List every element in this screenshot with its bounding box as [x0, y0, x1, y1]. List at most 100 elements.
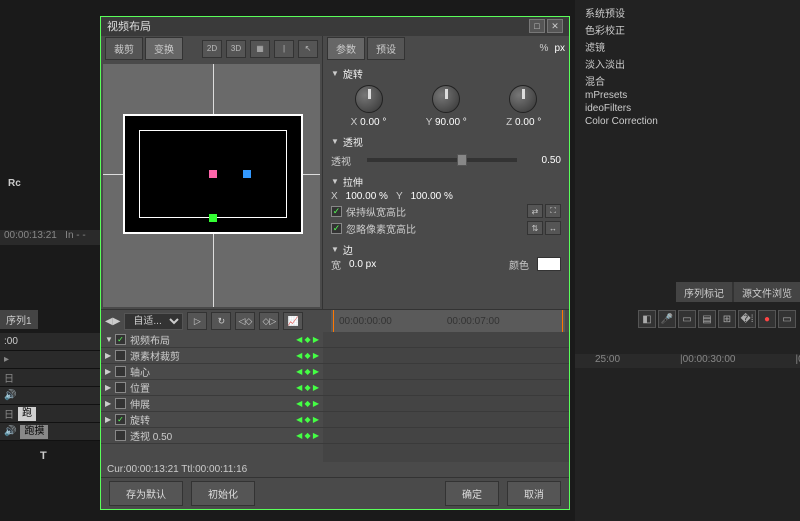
maximize-icon[interactable]: □	[529, 19, 545, 33]
track-checkbox[interactable]	[115, 350, 126, 361]
grid-icon[interactable]: ▦	[250, 40, 270, 58]
sidebar-item[interactable]: mPresets	[575, 89, 800, 102]
border-color-swatch[interactable]	[537, 257, 561, 271]
keyframe-nav[interactable]: ◀ ◆ ▶	[296, 383, 319, 392]
track-row[interactable]: 日	[0, 369, 100, 387]
effects-list[interactable]: 系统预设 色彩校正 滤镜 淡入淡出 混合 mPresets ideoFilter…	[575, 0, 800, 132]
sidebar-item[interactable]: 系统预设	[575, 4, 800, 21]
timeline-ruler[interactable]: 25:00|00:00:30:00|00:00:35:00	[575, 354, 800, 368]
mode-2d-button[interactable]: 2D	[202, 40, 222, 58]
expand-icon[interactable]: ▶	[105, 351, 115, 360]
tab-presets[interactable]: 预设	[367, 37, 405, 60]
close-icon[interactable]: ✕	[547, 19, 563, 33]
keyframe-track-row[interactable]: ▶伸展◀ ◆ ▶	[101, 396, 323, 412]
knob-x[interactable]	[355, 85, 383, 113]
x-handle[interactable]	[243, 170, 251, 178]
keyframe-nav[interactable]: ◀ ◆ ▶	[296, 431, 319, 440]
tool-icon[interactable]: ▭	[778, 310, 796, 328]
expand-icon[interactable]: ▶	[105, 399, 115, 408]
clip[interactable]: 跑摸	[20, 425, 48, 439]
keyframe-track-row[interactable]: ▶✓旋转◀ ◆ ▶	[101, 412, 323, 428]
track-row[interactable]: 日跑	[0, 405, 100, 423]
keyframe-track-row[interactable]: 透视 0.50◀ ◆ ▶	[101, 428, 323, 444]
stretch-x-value[interactable]: 100.00 %	[346, 191, 388, 202]
reset-button[interactable]: 初始化	[191, 481, 255, 506]
track-checkbox[interactable]	[115, 382, 126, 393]
sequence-tab[interactable]: 序列1	[0, 310, 38, 329]
keyframe-nav[interactable]: ◀ ◆ ▶	[296, 351, 319, 360]
sliders-icon[interactable]: �⁞	[738, 310, 756, 328]
graph-icon[interactable]: 📈	[283, 312, 303, 330]
rot-x-value[interactable]: 0.00 °	[360, 117, 386, 128]
track-row[interactable]: ▸	[0, 351, 100, 369]
track-checkbox[interactable]: ✓	[115, 414, 126, 425]
sidebar-item[interactable]: Color Correction	[575, 115, 800, 128]
tab-source-browse[interactable]: 源文件浏览	[734, 282, 800, 302]
keyframe-track-row[interactable]: ▶位置◀ ◆ ▶	[101, 380, 323, 396]
track-checkbox[interactable]: ✓	[115, 334, 126, 345]
stretch-y-value[interactable]: 100.00 %	[411, 191, 453, 202]
keyframe-nav[interactable]: ◀ ◆ ▶	[296, 399, 319, 408]
perspective-slider[interactable]	[367, 158, 517, 162]
text-tool-icon[interactable]: T	[40, 450, 47, 462]
keyframe-nav[interactable]: ◀ ◆ ▶	[296, 415, 319, 424]
sidebar-item[interactable]: 混合	[575, 72, 800, 89]
keyframe-nav[interactable]: ◀ ◆ ▶	[296, 335, 319, 344]
next-key-icon[interactable]: ◇▷	[259, 312, 279, 330]
border-width-value[interactable]: 0.0 px	[349, 259, 376, 270]
sidebar-item[interactable]: 色彩校正	[575, 21, 800, 38]
tab-transform[interactable]: 变换	[145, 37, 183, 60]
keyframe-track-row[interactable]: ▶源素材裁剪◀ ◆ ▶	[101, 348, 323, 364]
arrows-icon[interactable]: ↔	[545, 221, 561, 235]
section-header[interactable]: 旋转	[331, 66, 561, 81]
mic-icon[interactable]: 🎤	[658, 310, 676, 328]
center-handle[interactable]	[209, 170, 217, 178]
perspective-value[interactable]: 0.50	[523, 155, 561, 166]
track-row[interactable]: 🔊	[0, 387, 100, 405]
section-header[interactable]: 透视	[331, 134, 561, 149]
sidebar-item[interactable]: 淡入淡出	[575, 55, 800, 72]
save-default-button[interactable]: 存为默认	[109, 481, 183, 506]
knob-z[interactable]	[509, 85, 537, 113]
unit-percent[interactable]: %	[540, 43, 549, 54]
keyframe-ruler[interactable]: 00:00:00:00 00:00:07:00	[331, 310, 565, 332]
sidebar-item[interactable]: ideoFilters	[575, 102, 800, 115]
tool-icon[interactable]: ▤	[698, 310, 716, 328]
tool-icon[interactable]: ▭	[678, 310, 696, 328]
mode-3d-button[interactable]: 3D	[226, 40, 246, 58]
ignore-ratio-checkbox[interactable]: ✓	[331, 223, 342, 234]
rot-y-value[interactable]: 90.00 °	[435, 117, 467, 128]
section-header[interactable]: 边	[331, 242, 561, 257]
play-button[interactable]: ▷	[187, 312, 207, 330]
titlebar[interactable]: 视频布局 □ ✕	[101, 17, 569, 36]
ok-button[interactable]: 确定	[445, 481, 499, 506]
tool-icon[interactable]: ⊞	[718, 310, 736, 328]
tab-markers[interactable]: 序列标记	[676, 282, 732, 302]
expand-icon[interactable]: ⛶	[545, 204, 561, 218]
expand-icon[interactable]: ▶	[105, 383, 115, 392]
loop-icon[interactable]: ↻	[211, 312, 231, 330]
tool-icon[interactable]: ◧	[638, 310, 656, 328]
keyframe-nav[interactable]: ◀ ◆ ▶	[296, 367, 319, 376]
arrows-icon[interactable]: ⇅	[527, 221, 543, 235]
pointer-icon[interactable]: ↖	[298, 40, 318, 58]
section-header[interactable]: 拉伸	[331, 174, 561, 189]
cancel-button[interactable]: 取消	[507, 481, 561, 506]
prev-key-icon[interactable]: ◁◇	[235, 312, 255, 330]
knob-y[interactable]	[432, 85, 460, 113]
preview-canvas[interactable]	[103, 64, 320, 307]
clip[interactable]: 跑	[18, 407, 36, 421]
zoom-select[interactable]: 自适...	[124, 313, 183, 330]
expand-icon[interactable]: ◀▶	[105, 316, 120, 327]
keep-ratio-checkbox[interactable]: ✓	[331, 206, 342, 217]
track-checkbox[interactable]	[115, 398, 126, 409]
track-row[interactable]: 🔊跑摸	[0, 423, 100, 441]
track-checkbox[interactable]	[115, 430, 126, 441]
keyframe-lanes[interactable]	[323, 332, 569, 462]
expand-icon[interactable]: ▼	[105, 335, 115, 344]
y-handle[interactable]	[209, 214, 217, 222]
expand-icon[interactable]: ▶	[105, 367, 115, 376]
rot-z-value[interactable]: 0.00 °	[515, 117, 541, 128]
expand-icon[interactable]: ▶	[105, 415, 115, 424]
record-icon[interactable]: ●	[758, 310, 776, 328]
